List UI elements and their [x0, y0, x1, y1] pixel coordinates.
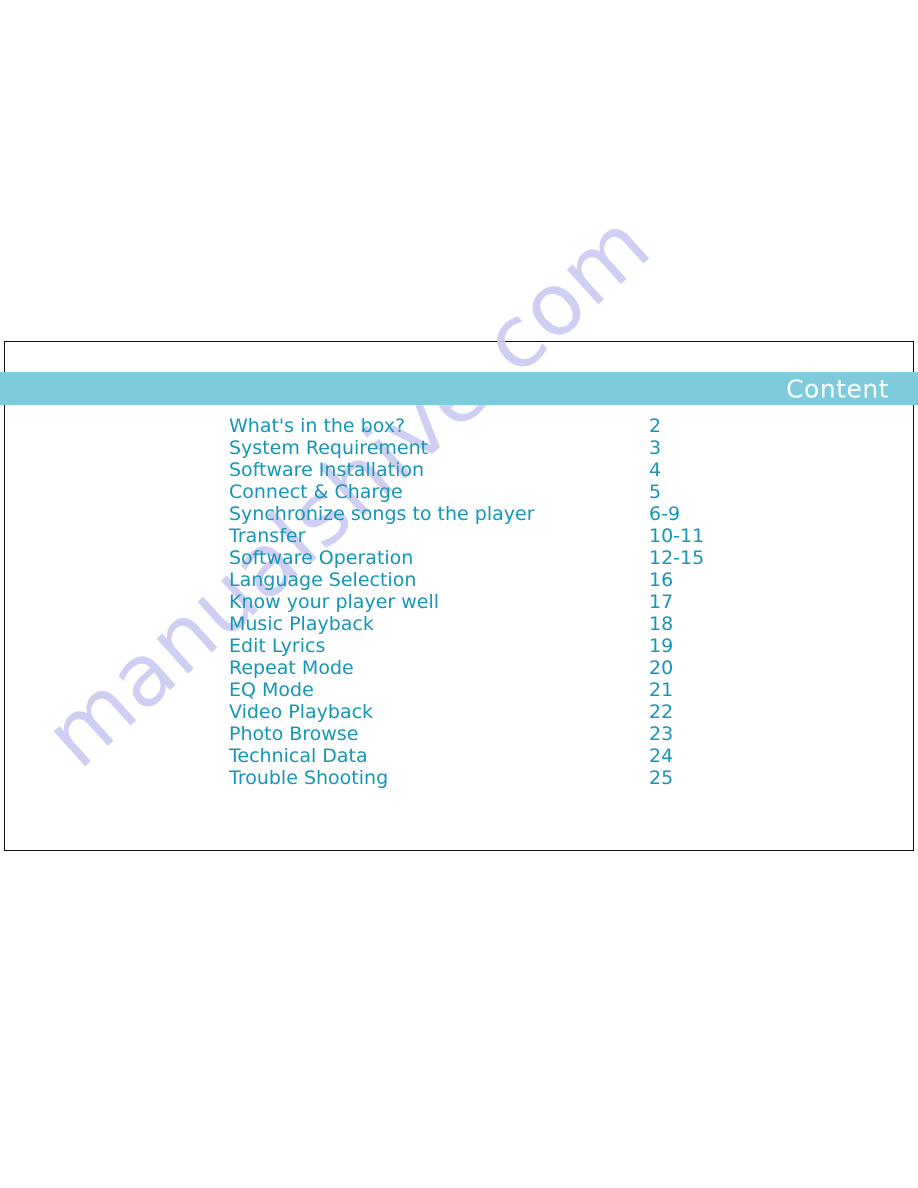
toc-entry-page-number: 22	[649, 701, 674, 723]
toc-entry-label: EQ Mode	[229, 679, 314, 701]
toc-entry-page-number: 20	[649, 657, 674, 679]
toc-entry-page-number: 4	[649, 459, 662, 481]
content-header-band: Content	[0, 372, 918, 405]
toc-entry[interactable]: Edit Lyrics 19	[229, 635, 749, 657]
toc-entry[interactable]: Connect & Charge 5	[229, 481, 749, 503]
toc-entry-label: Photo Browse	[229, 723, 359, 745]
toc-entry-page-number: 2	[649, 415, 662, 437]
toc-entry-page-number: 6-9	[649, 503, 681, 525]
toc-entry-label: Know your player well	[229, 591, 440, 613]
toc-entry-page-number: 10-11	[649, 525, 705, 547]
toc-entry-label: Repeat Mode	[229, 657, 354, 679]
toc-entry-page-number: 21	[649, 679, 674, 701]
toc-entry-label: What's in the box?	[229, 415, 406, 437]
toc-entry-page-number: 19	[649, 635, 674, 657]
toc-entry[interactable]: Language Selection 16	[229, 569, 749, 591]
document-page: Content What's in the box? 2 System Requir…	[0, 341, 918, 851]
toc-entry[interactable]: Technical Data 24	[229, 745, 749, 767]
page-title: Content	[786, 374, 889, 403]
toc-entry[interactable]: Transfer 10-11	[229, 525, 749, 547]
toc-entry[interactable]: Repeat Mode 20	[229, 657, 749, 679]
toc-entry-label: Edit Lyrics	[229, 635, 326, 657]
toc-entry[interactable]: Video Playback 22	[229, 701, 749, 723]
toc-entry-label: Technical Data	[229, 745, 368, 767]
toc-entry-label: Transfer	[229, 525, 306, 547]
toc-entry-page-number: 12-15	[649, 547, 705, 569]
toc-entry[interactable]: System Requirement 3	[229, 437, 749, 459]
toc-entry[interactable]: What's in the box? 2	[229, 415, 749, 437]
toc-entry[interactable]: Software Operation 12-15	[229, 547, 749, 569]
toc-entry[interactable]: Know your player well 17	[229, 591, 749, 613]
table-of-contents: What's in the box? 2 System Requirement 3 So…	[229, 415, 749, 789]
toc-entry-label: Software Operation	[229, 547, 414, 569]
toc-entry-label: System Requirement	[229, 437, 429, 459]
toc-entry-label: Video Playback	[229, 701, 374, 723]
toc-entry-label: Music Playback	[229, 613, 374, 635]
toc-entry[interactable]: Photo Browse 23	[229, 723, 749, 745]
toc-entry-page-number: 23	[649, 723, 674, 745]
toc-entry-page-number: 17	[649, 591, 674, 613]
toc-entry-page-number: 5	[649, 481, 662, 503]
toc-entry-page-number: 18	[649, 613, 674, 635]
toc-entry-label: Language Selection	[229, 569, 417, 591]
toc-entry[interactable]: Trouble Shooting 25	[229, 767, 749, 789]
toc-entry-page-number: 16	[649, 569, 674, 591]
toc-entry[interactable]: Synchronize songs to the player 6-9	[229, 503, 749, 525]
toc-entry-page-number: 3	[649, 437, 662, 459]
toc-entry[interactable]: Music Playback 18	[229, 613, 749, 635]
toc-entry-page-number: 24	[649, 745, 674, 767]
toc-entry-label: Software Installation	[229, 459, 425, 481]
toc-entry[interactable]: EQ Mode 21	[229, 679, 749, 701]
toc-entry-page-number: 25	[649, 767, 674, 789]
toc-entry[interactable]: Software Installation 4	[229, 459, 749, 481]
toc-entry-label: Synchronize songs to the player	[229, 503, 535, 525]
toc-entry-label: Trouble Shooting	[229, 767, 389, 789]
toc-entry-label: Connect & Charge	[229, 481, 403, 503]
